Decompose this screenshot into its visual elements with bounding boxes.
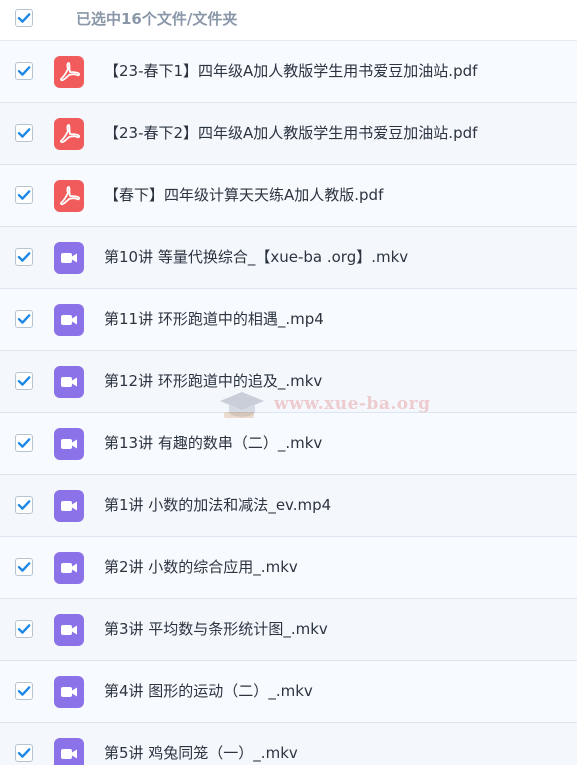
file-row[interactable]: 【春下】四年级计算天天练A加人教版.pdf (0, 165, 577, 227)
pdf-icon (54, 180, 84, 212)
file-name[interactable]: 第12讲 环形跑道中的追及_.mkv (104, 351, 322, 412)
check-icon (17, 562, 31, 572)
file-row[interactable]: 第4讲 图形的运动（二）_.mkv (0, 661, 577, 723)
file-name[interactable]: 第2讲 小数的综合应用_.mkv (104, 537, 298, 598)
file-name[interactable]: 第10讲 等量代换综合_【xue-ba .org】.mkv (104, 227, 408, 288)
file-checkbox[interactable] (15, 372, 33, 390)
check-icon (17, 376, 31, 386)
check-icon (17, 252, 31, 262)
file-list: 【23-春下1】四年级A加人教版学生用书爱豆加油站.pdf 【23-春下2】四年… (0, 41, 577, 765)
file-row[interactable]: 【23-春下2】四年级A加人教版学生用书爱豆加油站.pdf (0, 103, 577, 165)
file-checkbox[interactable] (15, 434, 33, 452)
check-icon (17, 128, 31, 138)
video-icon (54, 242, 84, 274)
file-name[interactable]: 第3讲 平均数与条形统计图_.mkv (104, 599, 328, 660)
video-icon (54, 614, 84, 646)
file-row[interactable]: 第1讲 小数的加法和减法_ev.mp4 (0, 475, 577, 537)
file-checkbox[interactable] (15, 310, 33, 328)
video-icon (54, 676, 84, 708)
file-row[interactable]: 第12讲 环形跑道中的追及_.mkv (0, 351, 577, 413)
pdf-icon (54, 56, 84, 88)
check-icon (17, 314, 31, 324)
file-name[interactable]: 【23-春下2】四年级A加人教版学生用书爱豆加油站.pdf (104, 103, 477, 164)
file-name[interactable]: 【春下】四年级计算天天练A加人教版.pdf (104, 165, 383, 226)
file-checkbox[interactable] (15, 744, 33, 762)
file-name[interactable]: 第13讲 有趣的数串（二）_.mkv (104, 413, 322, 474)
check-icon (17, 624, 31, 634)
file-checkbox[interactable] (15, 682, 33, 700)
check-icon (17, 748, 31, 758)
check-icon (17, 13, 31, 23)
video-icon (54, 552, 84, 584)
select-all-checkbox[interactable] (15, 9, 33, 27)
file-row[interactable]: 第13讲 有趣的数串（二）_.mkv (0, 413, 577, 475)
video-icon (54, 490, 84, 522)
selection-header: 已选中16个文件/文件夹 (0, 0, 577, 41)
selection-count-label: 已选中16个文件/文件夹 (76, 10, 238, 28)
file-name[interactable]: 第11讲 环形跑道中的相遇_.mp4 (104, 289, 324, 350)
check-icon (17, 66, 31, 76)
file-name[interactable]: 【23-春下1】四年级A加人教版学生用书爱豆加油站.pdf (104, 41, 477, 102)
file-checkbox[interactable] (15, 496, 33, 514)
file-name[interactable]: 第1讲 小数的加法和减法_ev.mp4 (104, 475, 331, 536)
file-row[interactable]: 第5讲 鸡兔同笼（一）_.mkv (0, 723, 577, 765)
check-icon (17, 500, 31, 510)
check-icon (17, 438, 31, 448)
file-name[interactable]: 第5讲 鸡兔同笼（一）_.mkv (104, 723, 298, 765)
video-icon (54, 428, 84, 460)
file-checkbox[interactable] (15, 620, 33, 638)
file-checkbox[interactable] (15, 248, 33, 266)
file-row[interactable]: 第3讲 平均数与条形统计图_.mkv (0, 599, 577, 661)
file-checkbox[interactable] (15, 62, 33, 80)
video-icon (54, 738, 84, 765)
file-list-page: 已选中16个文件/文件夹 【23-春下1】四年级A加人教版学生用书爱豆加油站.p… (0, 0, 577, 765)
file-checkbox[interactable] (15, 124, 33, 142)
pdf-icon (54, 118, 84, 150)
video-icon (54, 304, 84, 336)
check-icon (17, 190, 31, 200)
file-checkbox[interactable] (15, 558, 33, 576)
file-row[interactable]: 第11讲 环形跑道中的相遇_.mp4 (0, 289, 577, 351)
file-name[interactable]: 第4讲 图形的运动（二）_.mkv (104, 661, 313, 722)
video-icon (54, 366, 84, 398)
file-row[interactable]: 第2讲 小数的综合应用_.mkv (0, 537, 577, 599)
file-row[interactable]: 【23-春下1】四年级A加人教版学生用书爱豆加油站.pdf (0, 41, 577, 103)
file-row[interactable]: 第10讲 等量代换综合_【xue-ba .org】.mkv (0, 227, 577, 289)
file-checkbox[interactable] (15, 186, 33, 204)
check-icon (17, 686, 31, 696)
